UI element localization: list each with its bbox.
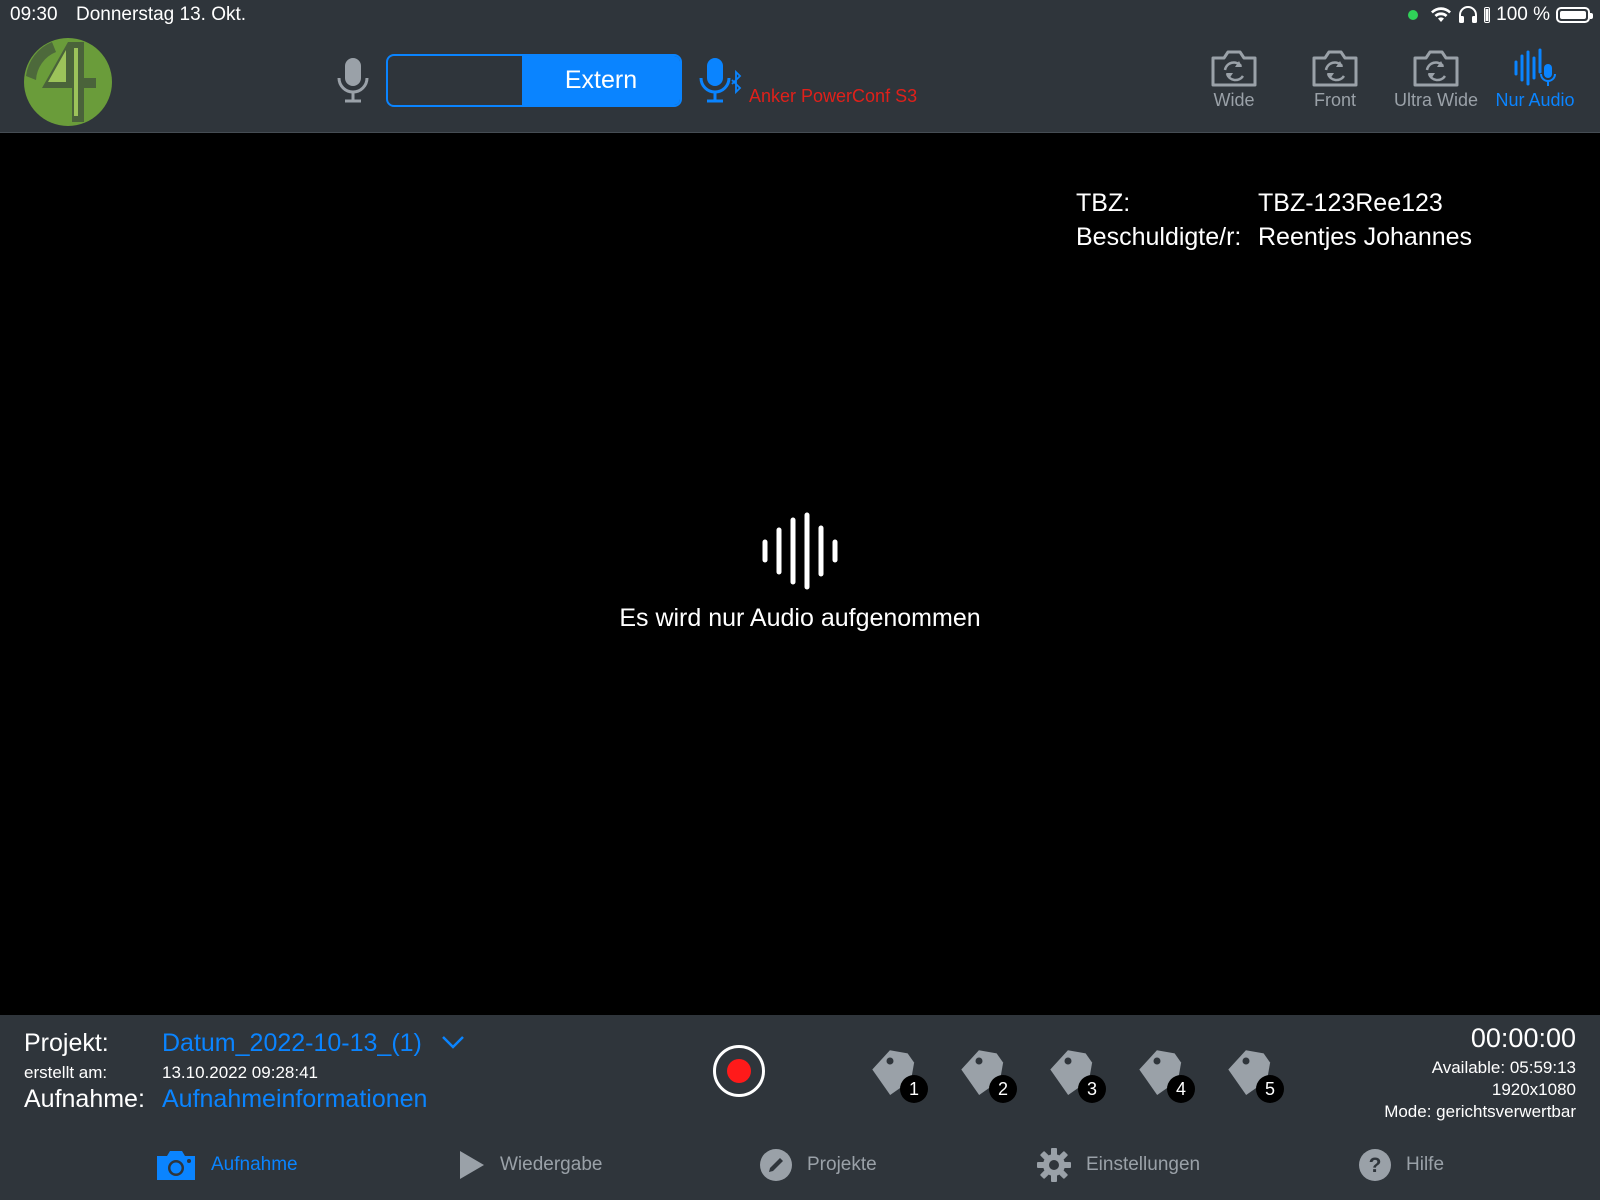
camera-front-label: Front	[1313, 90, 1356, 110]
tag-2-number: 2	[998, 1079, 1008, 1099]
camera-front-button[interactable]: Front	[1287, 48, 1383, 120]
camera-rotate-icon	[1413, 50, 1459, 87]
audio-only-button[interactable]: Nur Audio	[1487, 48, 1583, 120]
tab-projekte-label: Projekte	[807, 1154, 877, 1175]
tab-bar: Aufnahme Wiedergabe Projekte Einstellung…	[0, 1127, 1600, 1200]
chevron-down-icon[interactable]	[441, 1035, 465, 1049]
project-selector[interactable]: Datum_2022-10-13_(1)	[162, 1029, 422, 1058]
tag-3-number: 3	[1087, 1079, 1097, 1099]
play-icon	[460, 1151, 484, 1179]
audio-only-message: Es wird nur Audio aufgenommen	[619, 604, 981, 632]
project-label: Projekt:	[24, 1029, 109, 1057]
headphones-icon	[1459, 6, 1478, 23]
resolution: 1920x1080	[1491, 1080, 1576, 1099]
available-time: Available: 05:59:13	[1431, 1058, 1576, 1077]
camera-wide-button[interactable]: Wide	[1186, 48, 1282, 120]
source-external-segment[interactable]: Extern	[522, 56, 680, 105]
status-indicators: 100 %	[1408, 4, 1593, 26]
internal-mic-icon[interactable]	[336, 56, 370, 104]
tab-hilfe-label: Hilfe	[1406, 1154, 1445, 1175]
tab-einstellungen[interactable]: Einstellungen	[1036, 1145, 1200, 1185]
tag-4-button[interactable]: 4	[1135, 1045, 1199, 1105]
camera-rotate-icon	[1312, 50, 1358, 87]
svg-text:?: ?	[1369, 1154, 1382, 1177]
app-logo	[24, 38, 112, 126]
audio-source-segmented-control: Extern	[386, 54, 682, 107]
tab-wiedergabe[interactable]: Wiedergabe	[458, 1145, 602, 1185]
audio-only-label: Nur Audio	[1495, 90, 1575, 110]
tag-5-button[interactable]: 5	[1224, 1045, 1288, 1105]
created-value: 13.10.2022 09:28:41	[162, 1063, 318, 1082]
source-internal-segment[interactable]	[388, 56, 522, 105]
tag-4-number: 4	[1176, 1079, 1186, 1099]
gear-icon	[1037, 1148, 1071, 1182]
recording-label: Aufnahme:	[24, 1085, 145, 1113]
tab-wiedergabe-label: Wiedergabe	[500, 1154, 603, 1175]
wifi-icon	[1431, 7, 1452, 22]
tab-aufnahme-label: Aufnahme	[211, 1154, 298, 1175]
help-icon: ?	[1359, 1149, 1391, 1181]
record-dot-icon	[727, 1059, 751, 1083]
tag-1-number: 1	[909, 1079, 919, 1099]
record-button[interactable]	[713, 1045, 765, 1097]
tag-3-button[interactable]: 3	[1046, 1045, 1110, 1105]
top-toolbar: Extern Anker PowerConf S3 Wide Front Ult…	[0, 30, 1600, 133]
status-time: 09:30	[10, 4, 58, 25]
pencil-icon	[760, 1149, 792, 1181]
tbz-value: TBZ-123Ree123	[1258, 189, 1443, 217]
tab-projekte[interactable]: Projekte	[759, 1145, 877, 1185]
recording-info-bar: Projekt: Datum_2022-10-13_(1) erstellt a…	[0, 1015, 1600, 1127]
tbz-label: TBZ:	[1076, 189, 1131, 217]
headphones-battery-icon	[1484, 7, 1491, 23]
tab-hilfe[interactable]: ? Hilfe	[1358, 1145, 1444, 1185]
mic-active-indicator-icon	[1408, 10, 1419, 20]
case-info-labels: TBZ: Beschuldigte/r:	[1076, 186, 1241, 254]
recording-timer: 00:00:00	[1470, 1023, 1576, 1053]
tag-5-number: 5	[1265, 1079, 1275, 1099]
recording-stats: Available: 05:59:13 1920x1080 Mode: geri…	[1384, 1057, 1576, 1123]
tab-einstellungen-label: Einstellungen	[1086, 1154, 1201, 1175]
audio-waveform-icon	[762, 512, 838, 590]
battery-icon	[1556, 7, 1593, 23]
external-device-name: Anker PowerConf S3	[749, 86, 918, 106]
battery-percent: 100 %	[1496, 4, 1550, 25]
status-date: Donnerstag 13. Okt.	[76, 4, 247, 25]
camera-icon	[157, 1151, 195, 1180]
tag-2-button[interactable]: 2	[957, 1045, 1021, 1105]
tag-1-button[interactable]: 1	[868, 1045, 932, 1105]
camera-wide-label: Wide	[1213, 90, 1255, 110]
status-bar: 09:30 Donnerstag 13. Okt. 100 %	[0, 0, 1600, 30]
case-info-values: TBZ-123Ree123 Reentjes Johannes	[1258, 186, 1472, 254]
camera-rotate-icon	[1211, 50, 1257, 87]
accused-value: Reentjes Johannes	[1258, 223, 1473, 251]
bluetooth-mic-icon[interactable]	[698, 56, 744, 104]
accused-label: Beschuldigte/r:	[1076, 223, 1242, 251]
recording-info-link[interactable]: Aufnahmeinformationen	[162, 1085, 427, 1114]
camera-ultra-wide-button[interactable]: Ultra Wide	[1388, 48, 1484, 120]
camera-ultra-wide-label: Ultra Wide	[1393, 90, 1478, 110]
audio-wave-mic-icon	[1514, 48, 1556, 86]
recording-mode: Mode: gerichtsverwertbar	[1384, 1102, 1576, 1121]
created-label: erstellt am:	[24, 1063, 108, 1082]
tab-aufnahme[interactable]: Aufnahme	[155, 1145, 298, 1185]
